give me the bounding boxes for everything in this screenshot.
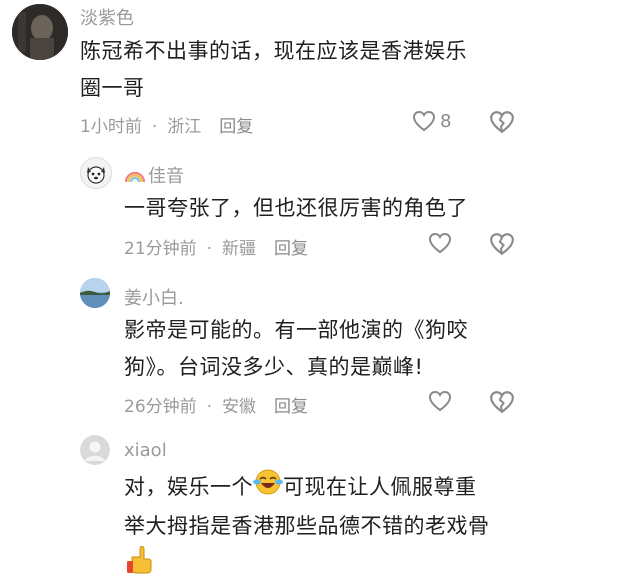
username[interactable]: 淡紫色 xyxy=(80,4,134,30)
heart-icon xyxy=(412,110,436,132)
rainbow-icon xyxy=(124,171,146,183)
comment-text-line: 一哥夸张了，但也还很厉害的角色了 xyxy=(124,196,468,220)
location: 浙江 xyxy=(167,117,202,137)
comment-text: 陈冠希不出事的话，现在应该是香港娱乐 圈一哥 xyxy=(80,33,620,107)
username[interactable]: 姜小白. xyxy=(124,284,184,310)
comment-text-line: 举大拇指是香港那些品德不错的老戏骨 xyxy=(124,514,490,538)
comment-text: 一哥夸张了，但也还很厉害的角色了 xyxy=(124,190,624,227)
username[interactable]: 佳音 xyxy=(124,162,184,188)
comment-text-segment: 可现在让人佩服尊重 xyxy=(283,475,477,499)
timestamp: 21分钟前 xyxy=(124,239,197,259)
like-button[interactable]: 8 xyxy=(412,110,451,132)
separator: · xyxy=(206,397,213,417)
avatar[interactable] xyxy=(80,157,112,189)
like-button[interactable] xyxy=(428,390,452,412)
avatar[interactable] xyxy=(80,435,110,465)
dislike-button[interactable] xyxy=(489,110,515,138)
comment-text-line: 圈一哥 xyxy=(80,76,145,100)
pointing-hand-emoji-icon xyxy=(124,545,154,587)
comment-text-line: 陈冠希不出事的话，现在应该是香港娱乐 xyxy=(80,39,467,63)
reply-button[interactable]: 回复 xyxy=(219,112,253,137)
comment-meta: 21分钟前 · 新疆 回复 xyxy=(124,234,308,259)
like-count: 8 xyxy=(440,110,452,132)
comment-meta: 26分钟前 · 安徽 回复 xyxy=(124,392,308,417)
comment-text-line xyxy=(124,545,634,587)
reply-button[interactable]: 回复 xyxy=(274,234,308,259)
comment-text-line: 影帝是可能的。有一部他演的《狗咬 xyxy=(124,318,468,342)
broken-heart-icon xyxy=(490,111,514,134)
timestamp: 26分钟前 xyxy=(124,397,197,417)
location: 安徽 xyxy=(222,397,257,417)
lake-avatar-icon xyxy=(80,278,110,308)
default-user-icon xyxy=(80,435,110,465)
separator: · xyxy=(151,117,158,137)
username-text: 佳音 xyxy=(148,166,184,187)
avatar[interactable] xyxy=(12,4,68,60)
comment-text-line: 对，娱乐一个 可现在让人佩服尊重 xyxy=(124,468,634,508)
broken-heart-icon xyxy=(490,391,514,414)
comment-text: 对，娱乐一个 可现在让人佩服尊重 举大拇指是香港那些品德不错的老戏骨 xyxy=(124,468,634,587)
heart-icon xyxy=(428,232,452,254)
reply-button[interactable]: 回复 xyxy=(274,392,308,417)
heart-icon xyxy=(428,390,452,412)
like-button[interactable] xyxy=(428,232,452,254)
separator: · xyxy=(206,239,213,259)
avatar[interactable] xyxy=(80,278,110,308)
timestamp: 1小时前 xyxy=(80,117,142,137)
comment-meta: 1小时前 · 浙江 回复 xyxy=(80,112,253,137)
laughing-tears-emoji-icon xyxy=(253,468,283,508)
broken-heart-icon xyxy=(490,233,514,256)
dog-avatar-icon xyxy=(81,158,111,188)
dislike-button[interactable] xyxy=(489,390,515,418)
location: 新疆 xyxy=(222,239,257,259)
comment-text: 影帝是可能的。有一部他演的《狗咬 狗》。台词没多少、真的是巅峰! xyxy=(124,312,624,386)
comment-text-segment: 对，娱乐一个 xyxy=(124,475,253,499)
avatar-photo-icon xyxy=(12,4,68,60)
username[interactable]: xiaol xyxy=(124,440,167,461)
comment-text-line: 狗》。台词没多少、真的是巅峰! xyxy=(124,355,424,379)
dislike-button[interactable] xyxy=(489,232,515,260)
